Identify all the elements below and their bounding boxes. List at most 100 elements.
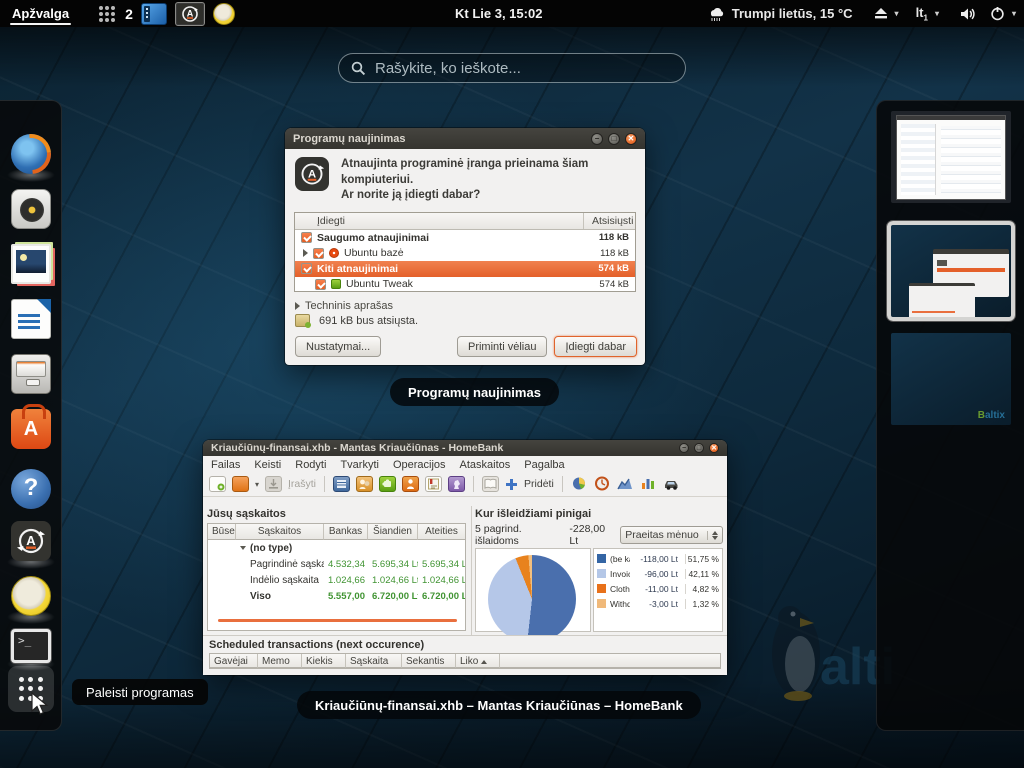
dock-item-software-center[interactable]: A [11, 409, 51, 449]
keyboard-indicator[interactable]: lt1 [916, 5, 928, 23]
checkbox-checked-icon[interactable] [315, 279, 326, 290]
account-row[interactable]: Pagrindinė sąska 4.532,34 Lt 5.695,34 Lt… [208, 556, 465, 572]
menu-manage[interactable]: Tvarkyti [340, 459, 379, 471]
col-remaining-sorted[interactable]: Liko [456, 654, 500, 668]
checkbox-checked-icon[interactable] [301, 232, 312, 243]
help-icon: ? [11, 469, 51, 509]
minimize-button[interactable]: − [591, 133, 603, 145]
balance-report-icon[interactable] [617, 476, 634, 492]
svg-text:A: A [187, 8, 194, 18]
remind-later-button[interactable]: Priminti vėliau [457, 336, 547, 357]
updater-icon: A [181, 5, 199, 23]
update-row-other-selected[interactable]: Kiti atnaujinimai 574 kB [295, 261, 635, 277]
account-group-row[interactable]: (no type) [208, 540, 465, 556]
activities-button[interactable]: Apžvalga [10, 2, 71, 25]
categories-icon[interactable] [379, 476, 396, 492]
account-row[interactable]: Indėlio sąskaita 1.024,66 Lt 1.024,66 Lt… [208, 572, 465, 588]
col-next[interactable]: Sekantis [402, 654, 456, 668]
workspace-thumbnail-2-active[interactable] [887, 221, 1015, 321]
menu-edit[interactable]: Keisti [254, 459, 281, 471]
horizontal-scrollbar[interactable] [218, 619, 457, 622]
window-button-baltix-icon[interactable] [213, 3, 235, 25]
workspace-indicator[interactable]: 2 [125, 6, 133, 22]
thumbnail-watermark: Baltix [978, 410, 1005, 421]
budget-report-icon[interactable] [640, 476, 657, 492]
col-memo[interactable]: Memo [258, 654, 302, 668]
budget-icon[interactable] [425, 476, 442, 492]
search-input[interactable]: Rašykite, ko ieškote... [338, 53, 686, 83]
eject-icon[interactable] [874, 8, 888, 20]
updater-titlebar[interactable]: Programų naujinimas − □ ✕ [285, 128, 645, 149]
workspace-thumbnail-3[interactable]: Baltix [891, 333, 1011, 425]
updater-window-caption: Programų naujinimas [390, 378, 559, 406]
open-folder-icon[interactable] [232, 476, 249, 492]
add-label[interactable]: Pridėti [524, 478, 554, 490]
menu-view[interactable]: Rodyti [295, 459, 326, 471]
clock[interactable]: Kt Lie 3, 15:02 [455, 0, 542, 27]
maximize-button[interactable]: □ [694, 443, 704, 453]
update-row-security[interactable]: Saugumo atnaujinimai 118 kB [295, 230, 635, 246]
app-grid-icon[interactable] [97, 4, 117, 24]
homebank-titlebar[interactable]: Kriaučiūnų-finansai.xhb - Mantas Kriauči… [203, 440, 727, 456]
dock-item-rhythmbox[interactable] [11, 189, 51, 229]
col-amount[interactable]: Kiekis [302, 654, 346, 668]
statistics-pie-icon[interactable] [571, 476, 588, 492]
new-file-icon[interactable] [209, 476, 226, 492]
window-button-terminal-icon[interactable] [141, 3, 167, 25]
install-now-button[interactable]: Įdiegti dabar [554, 336, 637, 357]
close-button[interactable]: ✕ [625, 133, 637, 145]
search-icon [351, 61, 366, 76]
homebank-window-title: Kriaučiūnų-finansai.xhb - Mantas Kriauči… [211, 442, 503, 454]
menu-reports[interactable]: Ataskaitos [460, 459, 511, 471]
open-caret-icon[interactable]: ▾ [255, 480, 259, 489]
accounts-table: Būsena Sąskaitos Bankas Šiandien Ateitie… [207, 523, 466, 631]
power-icon[interactable] [990, 6, 1005, 21]
preferences-icon[interactable] [448, 476, 465, 492]
accounts-icon[interactable] [333, 476, 350, 492]
col-account[interactable]: Sąskaita [346, 654, 402, 668]
expander-closed-icon[interactable] [303, 249, 308, 257]
tech-expander[interactable]: Techninis aprašas [285, 296, 403, 314]
col-bank[interactable]: Bankas [324, 524, 368, 540]
assignments-icon[interactable] [402, 476, 419, 492]
col-accounts[interactable]: Sąskaitos [236, 524, 324, 540]
dock-item-image-viewer[interactable] [11, 244, 51, 284]
dock-item-firefox[interactable] [11, 134, 51, 174]
dock-item-software-updater[interactable]: A [11, 521, 51, 561]
col-today[interactable]: Šiandien [368, 524, 418, 540]
dock-item-terminal[interactable]: >_ [11, 629, 51, 663]
dock-item-writer[interactable] [11, 299, 51, 339]
legend-chip [597, 599, 606, 608]
window-button-updater-icon[interactable]: A [175, 2, 205, 26]
weather-label[interactable]: Trumpi lietūs, 15 °C [732, 6, 853, 21]
software-updater-window[interactable]: Programų naujinimas − □ ✕ A Atnaujinta p… [285, 128, 645, 365]
settings-button[interactable]: Nustatymai... [295, 336, 381, 357]
workspace-thumbnail-1[interactable] [891, 111, 1011, 203]
spinner-arrows-icon[interactable] [707, 531, 718, 540]
add-transaction-icon[interactable] [505, 478, 518, 491]
dock-item-baltix[interactable] [11, 576, 51, 616]
trendtime-icon[interactable] [594, 476, 611, 492]
col-future[interactable]: Ateities [418, 524, 465, 540]
dock-item-help[interactable]: ? [11, 469, 51, 509]
update-row-ubuntu-base[interactable]: Ubuntu bazė 118 kB [295, 246, 635, 262]
group-expander-icon[interactable] [240, 546, 246, 550]
dock-item-file-cabinet[interactable] [11, 354, 51, 394]
close-button[interactable]: ✕ [709, 443, 719, 453]
checkbox-checked-icon[interactable] [301, 263, 312, 274]
col-payees[interactable]: Gavėjai [210, 654, 258, 668]
expander-closed-icon [295, 302, 300, 310]
menu-help[interactable]: Pagalba [524, 459, 564, 471]
vehicle-cost-icon[interactable] [663, 476, 680, 492]
menu-transactions[interactable]: Operacijos [393, 459, 446, 471]
maximize-button[interactable]: □ [608, 133, 620, 145]
update-row-ubuntu-tweak[interactable]: Ubuntu Tweak 574 kB [295, 277, 635, 293]
col-status[interactable]: Būsena [208, 524, 236, 540]
volume-icon[interactable] [960, 7, 977, 21]
period-select[interactable]: Praeitas mėnuo [620, 526, 723, 544]
menu-file[interactable]: Failas [211, 459, 240, 471]
payees-icon[interactable] [356, 476, 373, 492]
checkbox-checked-icon[interactable] [313, 248, 324, 259]
homebank-window[interactable]: Kriaučiūnų-finansai.xhb - Mantas Kriauči… [203, 440, 727, 675]
minimize-button[interactable]: − [679, 443, 689, 453]
